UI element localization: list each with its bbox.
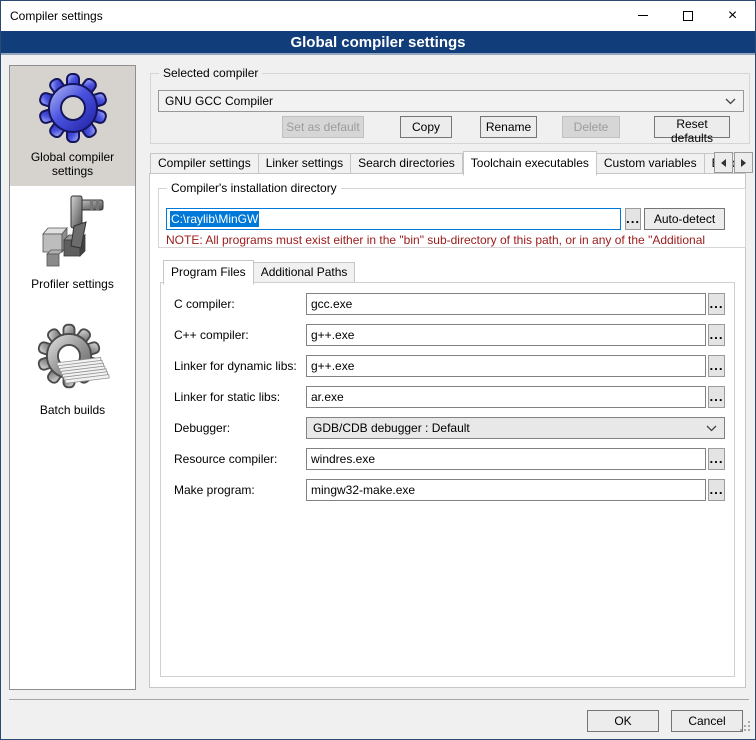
program-files-page: C compiler: ... C++ compiler: ... Linker… bbox=[160, 282, 735, 677]
tab-scroll-left-button[interactable] bbox=[714, 152, 733, 173]
reset-defaults-button[interactable]: Reset defaults bbox=[654, 116, 730, 138]
field-row-linker-static: Linker for static libs: ... bbox=[161, 386, 736, 408]
compiler-settings-dialog: Compiler settings × Global compiler sett… bbox=[0, 0, 756, 740]
rename-button[interactable]: Rename bbox=[480, 116, 537, 138]
tab-scroll-right-button[interactable] bbox=[734, 152, 753, 173]
sidebar-item-label: Global compiler settings bbox=[10, 148, 135, 178]
linker-dynamic-input[interactable] bbox=[306, 355, 706, 377]
group-label: Selected compiler bbox=[159, 66, 262, 80]
cpp-compiler-input[interactable] bbox=[306, 324, 706, 346]
debugger-select[interactable]: GDB/CDB debugger : Default bbox=[306, 417, 725, 439]
auto-detect-button[interactable]: Auto-detect bbox=[644, 208, 725, 230]
set-as-default-button[interactable]: Set as default bbox=[282, 116, 364, 138]
field-label: Debugger: bbox=[174, 421, 230, 435]
minimize-icon bbox=[638, 15, 648, 16]
field-row-c-compiler: C compiler: ... bbox=[161, 293, 736, 315]
tab-toolchain-executables[interactable]: Toolchain executables bbox=[463, 151, 597, 176]
tab-linker-settings[interactable]: Linker settings bbox=[259, 153, 351, 174]
cancel-button[interactable]: Cancel bbox=[671, 710, 743, 732]
window-controls: × bbox=[620, 1, 755, 30]
field-row-cpp-compiler: C++ compiler: ... bbox=[161, 324, 736, 346]
browse-directory-button[interactable]: ... bbox=[625, 208, 641, 230]
blue-gear-icon bbox=[10, 71, 135, 148]
bin-subdirectory-note: NOTE: All programs must exist either in … bbox=[166, 233, 742, 247]
field-row-make-program: Make program: ... bbox=[161, 479, 736, 501]
group-label: Compiler's installation directory bbox=[167, 181, 341, 195]
sidebar-item-batch-builds[interactable]: Batch builds bbox=[10, 318, 135, 418]
selected-text: C:\raylib\MinGW bbox=[170, 211, 259, 227]
field-label: Linker for dynamic libs: bbox=[174, 359, 297, 373]
toolchain-executables-page: Compiler's installation directory C:\ray… bbox=[149, 173, 746, 688]
debugger-select-value: GDB/CDB debugger : Default bbox=[313, 421, 706, 435]
browse-linker-static-button[interactable]: ... bbox=[708, 386, 725, 408]
browse-cpp-compiler-button[interactable]: ... bbox=[708, 324, 725, 346]
minimize-button[interactable] bbox=[620, 1, 665, 30]
browse-make-program-button[interactable]: ... bbox=[708, 479, 725, 501]
arrow-left-icon bbox=[721, 159, 726, 167]
gray-gear-stack-icon bbox=[10, 322, 135, 401]
close-button[interactable]: × bbox=[710, 1, 755, 30]
tab-custom-variables[interactable]: Custom variables bbox=[597, 153, 705, 174]
chevron-down-icon bbox=[725, 98, 736, 105]
dialog-banner: Global compiler settings bbox=[1, 31, 755, 55]
field-row-resource-compiler: Resource compiler: ... bbox=[161, 448, 736, 470]
installation-directory-group: Compiler's installation directory C:\ray… bbox=[158, 188, 746, 248]
tab-compiler-settings[interactable]: Compiler settings bbox=[150, 153, 259, 174]
field-label: C++ compiler: bbox=[174, 328, 249, 342]
maximize-button[interactable] bbox=[665, 1, 710, 30]
field-label: Make program: bbox=[174, 483, 255, 497]
field-label: Resource compiler: bbox=[174, 452, 277, 466]
resource-compiler-input[interactable] bbox=[306, 448, 706, 470]
caliper-tool-icon bbox=[10, 192, 135, 275]
make-program-input[interactable] bbox=[306, 479, 706, 501]
field-label: Linker for static libs: bbox=[174, 390, 280, 404]
subtab-program-files[interactable]: Program Files bbox=[163, 260, 254, 285]
page-title: Global compiler settings bbox=[290, 34, 465, 51]
maximize-icon bbox=[683, 11, 693, 21]
close-icon: × bbox=[728, 8, 737, 24]
field-label: C compiler: bbox=[174, 297, 235, 311]
installation-directory-input[interactable]: C:\raylib\MinGW bbox=[166, 208, 621, 230]
sidebar-item-profiler-settings[interactable]: Profiler settings bbox=[10, 190, 135, 296]
compiler-select-value: GNU GCC Compiler bbox=[165, 94, 725, 108]
settings-category-list: Global compiler settings bbox=[9, 65, 136, 690]
paths-subtabstrip: Program FilesAdditional Paths bbox=[163, 260, 355, 282]
subtab-additional-paths[interactable]: Additional Paths bbox=[254, 262, 356, 283]
field-row-linker-dynamic: Linker for dynamic libs: ... bbox=[161, 355, 736, 377]
ok-button[interactable]: OK bbox=[587, 710, 659, 732]
browse-resource-compiler-button[interactable]: ... bbox=[708, 448, 725, 470]
field-row-debugger: Debugger: GDB/CDB debugger : Default bbox=[161, 417, 736, 439]
sidebar-item-global-compiler-settings[interactable]: Global compiler settings bbox=[10, 66, 135, 186]
sidebar-item-label: Profiler settings bbox=[10, 275, 135, 291]
titlebar[interactable]: Compiler settings × bbox=[1, 1, 755, 31]
linker-static-input[interactable] bbox=[306, 386, 706, 408]
sidebar-item-label: Batch builds bbox=[10, 401, 135, 417]
c-compiler-input[interactable] bbox=[306, 293, 706, 315]
chevron-down-icon bbox=[706, 425, 717, 432]
settings-tabstrip: Compiler settingsLinker settingsSearch d… bbox=[150, 151, 754, 174]
arrow-right-icon bbox=[741, 159, 746, 167]
window-title: Compiler settings bbox=[1, 9, 103, 23]
selected-compiler-group: Selected compiler GNU GCC Compiler Set a… bbox=[150, 73, 750, 144]
browse-c-compiler-button[interactable]: ... bbox=[708, 293, 725, 315]
footer-divider bbox=[9, 699, 749, 700]
tab-search-directories[interactable]: Search directories bbox=[351, 153, 463, 174]
compiler-select[interactable]: GNU GCC Compiler bbox=[158, 90, 744, 112]
copy-button[interactable]: Copy bbox=[400, 116, 452, 138]
resize-grip[interactable] bbox=[739, 720, 752, 736]
delete-button[interactable]: Delete bbox=[562, 116, 620, 138]
browse-linker-dynamic-button[interactable]: ... bbox=[708, 355, 725, 377]
